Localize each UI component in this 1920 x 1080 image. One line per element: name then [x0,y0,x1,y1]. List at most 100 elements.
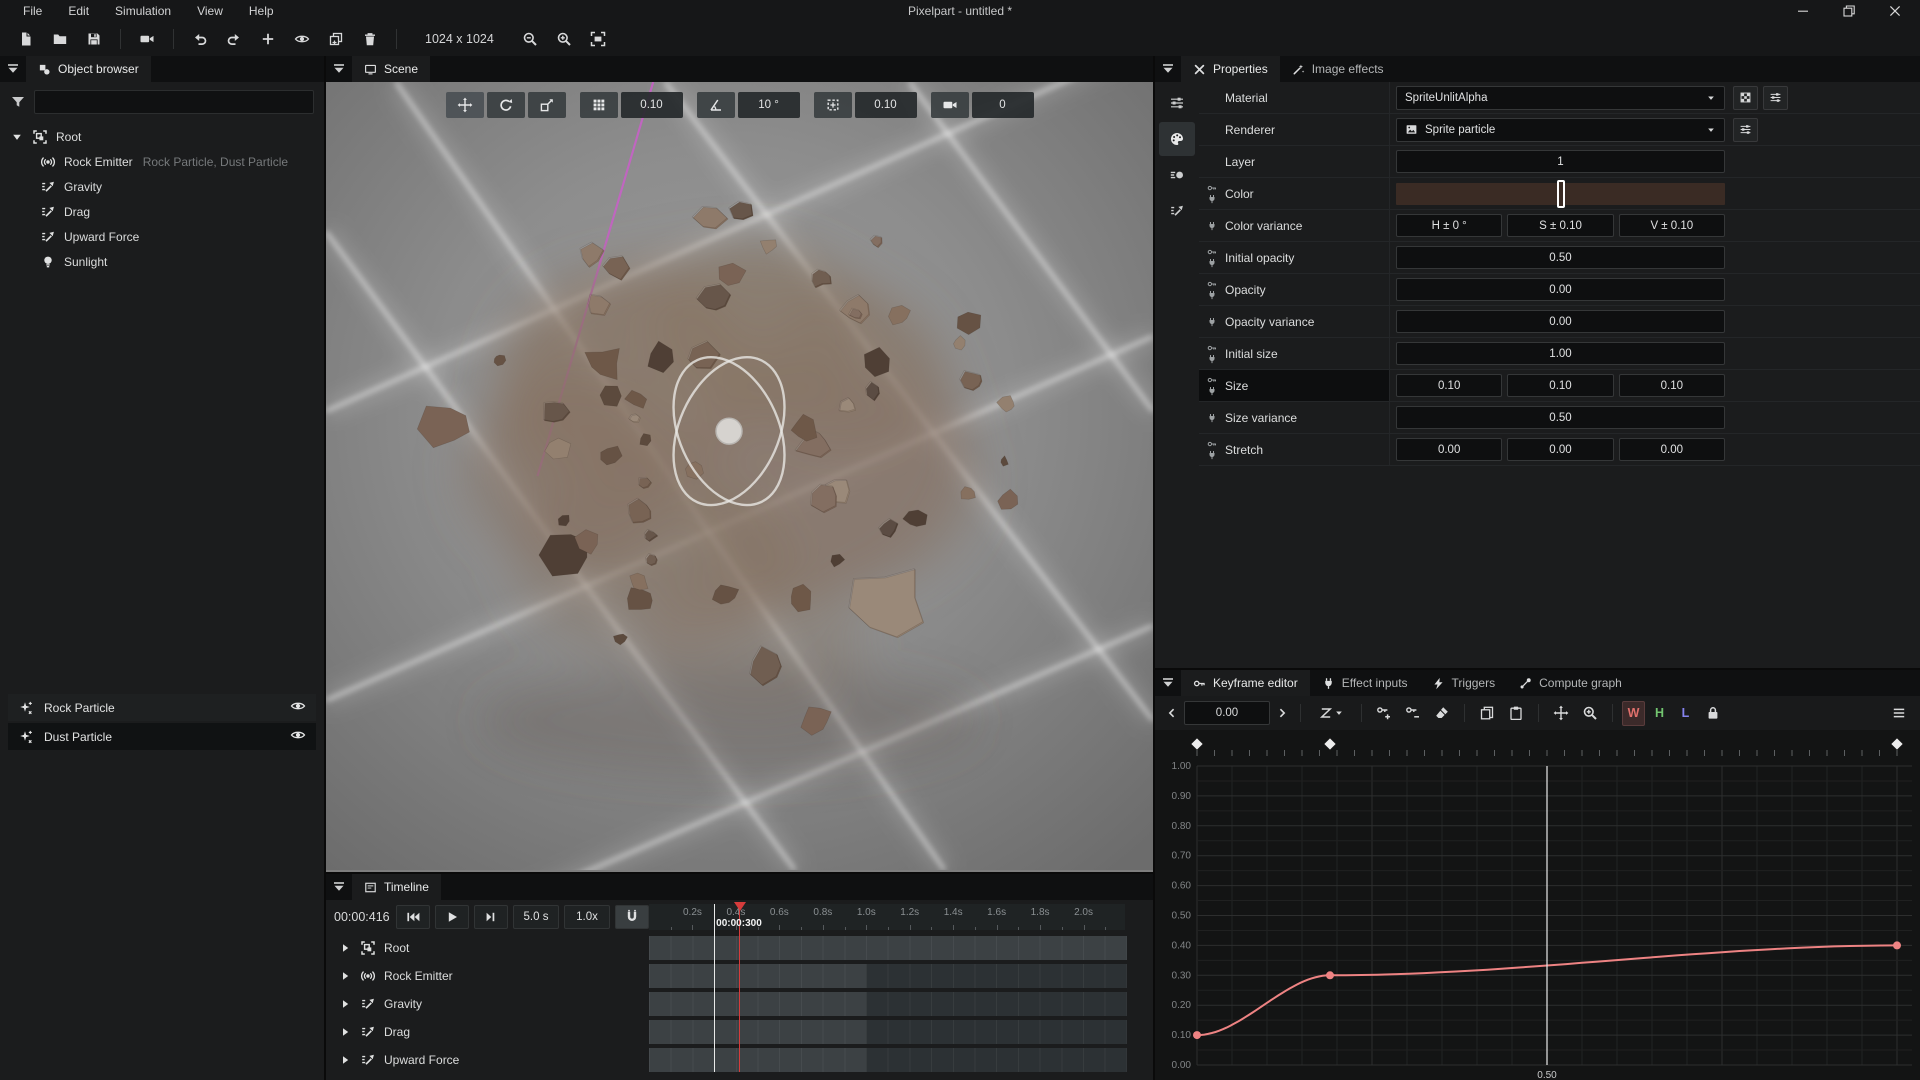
track-drag[interactable]: Drag [326,1018,649,1046]
scene-viewport[interactable]: 0.10 10 ° 0.10 0 [326,82,1153,872]
timeline-right[interactable]: 0.2s0.4s0.6s0.8s1.0s1.2s1.4s1.6s1.8s2.0s… [649,900,1153,1080]
color-slider-handle[interactable] [1557,180,1565,208]
grid-snap-value[interactable]: 0.10 [621,92,683,118]
tree-item-drag[interactable]: Drag [0,199,324,224]
tab-object-browser[interactable]: Object browser [26,56,151,82]
zoom-out-button[interactable] [514,25,546,53]
value-field[interactable]: 0.00 [1619,438,1725,461]
track-active-range[interactable] [649,964,866,988]
visibility-eye-button[interactable] [290,698,306,717]
angle-snap-value[interactable]: 10 ° [738,92,800,118]
skip-to-end-button[interactable] [474,905,508,929]
menu-edit[interactable]: Edit [57,2,100,20]
axis-l-button[interactable]: L [1674,701,1697,726]
collapse-panel-button[interactable] [0,56,26,82]
value-field[interactable]: 1 [1396,150,1725,173]
scale-tool-button[interactable] [528,92,566,118]
remove-keyframe-button[interactable] [1400,701,1426,726]
tree-item-upward-force[interactable]: Upward Force [0,224,324,249]
value-field[interactable]: 0.50 [1396,246,1725,269]
value-field[interactable]: 0.10 [1619,374,1725,397]
move-snap-value[interactable]: 0.10 [855,92,917,118]
renderer-dropdown[interactable]: Sprite particle [1396,118,1725,142]
loop-button[interactable] [615,905,649,929]
lock-button[interactable] [1700,701,1726,726]
menu-view[interactable]: View [186,2,234,20]
tab-effect-inputs[interactable]: Effect inputs [1310,670,1420,696]
skip-to-start-button[interactable] [396,905,430,929]
zoom-mode-button[interactable] [1577,701,1603,726]
camera-value[interactable]: 0 [972,92,1034,118]
render-video-button[interactable] [131,25,163,53]
minimize-button[interactable] [1792,1,1814,21]
value-field[interactable]: 0.00 [1507,438,1613,461]
camera-button[interactable] [931,92,969,118]
track-upward-force[interactable]: Upward Force [326,1046,649,1074]
angle-snap-button[interactable] [697,92,735,118]
open-file-button[interactable] [44,25,76,53]
zoom-in-button[interactable] [548,25,580,53]
value-field[interactable]: 0.50 [1396,406,1725,429]
play-button[interactable] [435,905,469,929]
tab-keyframe-editor[interactable]: Keyframe editor [1181,670,1310,696]
tab-properties[interactable]: Properties [1181,56,1280,82]
collapse-panel-button[interactable] [1155,56,1181,82]
close-button[interactable] [1884,1,1906,21]
material-dropdown[interactable]: SpriteUnlitAlpha [1396,86,1725,110]
grid-snap-button[interactable] [580,92,618,118]
redo-button[interactable] [218,25,250,53]
keyframe-curve-canvas[interactable]: 0.000.100.200.300.400.500.600.700.800.90… [1155,730,1920,1080]
move-snap-button[interactable] [814,92,852,118]
track-rock-emitter[interactable]: Rock Emitter [326,962,649,990]
scene-3d-view[interactable] [326,82,1153,870]
delete-button[interactable] [354,25,386,53]
track-bar-row[interactable] [649,1046,1125,1074]
menu-help[interactable]: Help [238,2,285,20]
value-field[interactable]: 0.00 [1396,310,1725,333]
interpolation-dropdown[interactable] [1310,701,1352,726]
save-button[interactable] [78,25,110,53]
add-object-button[interactable] [252,25,284,53]
sliders-button[interactable] [1763,86,1788,110]
tab-triggers[interactable]: Triggers [1420,670,1508,696]
maximize-button[interactable] [1838,1,1860,21]
add-keyframe-button[interactable] [1371,701,1397,726]
rotate-tool-button[interactable] [487,92,525,118]
value-field[interactable]: H ± 0 ° [1396,214,1502,237]
value-field[interactable]: 1.00 [1396,342,1725,365]
track-bar-row[interactable] [649,990,1125,1018]
category-palette-button[interactable] [1159,122,1195,156]
filter-input[interactable] [34,90,314,114]
erase-button[interactable] [1429,701,1455,726]
sliders-button[interactable] [1733,118,1758,142]
value-field[interactable]: 0.10 [1396,374,1502,397]
track-active-range[interactable] [649,1048,866,1072]
menu-file[interactable]: File [12,2,53,20]
keyframe-value-field[interactable]: 0.00 [1184,701,1270,725]
duplicate-button[interactable] [320,25,352,53]
playhead-marker[interactable] [734,902,746,917]
pan-mode-button[interactable] [1548,701,1574,726]
copy-button[interactable] [1474,701,1500,726]
category-force-button[interactable] [1159,194,1195,228]
value-field[interactable]: S ± 0.10 [1507,214,1613,237]
duration-button[interactable]: 5.0 s [513,905,559,929]
canvas-size-label[interactable]: 1024 x 1024 [407,32,512,46]
axis-h-button[interactable]: H [1648,701,1671,726]
collapse-panel-button[interactable] [1155,670,1181,696]
tree-item-sunlight[interactable]: Sunlight [0,249,324,274]
visibility-eye-button[interactable] [290,727,306,746]
fit-view-button[interactable] [582,25,614,53]
collapse-panel-button[interactable] [326,56,352,82]
particle-type-rock-particle[interactable]: Rock Particle [8,694,316,721]
checker-button[interactable] [1733,86,1758,110]
visibility-button[interactable] [286,25,318,53]
collapse-panel-button[interactable] [326,874,352,900]
track-bar-row[interactable] [649,1018,1125,1046]
move-tool-button[interactable] [446,92,484,118]
value-field[interactable]: 0.10 [1507,374,1613,397]
track-active-range[interactable] [649,992,866,1016]
undo-button[interactable] [184,25,216,53]
track-gravity[interactable]: Gravity [326,990,649,1018]
menu-simulation[interactable]: Simulation [104,2,182,20]
